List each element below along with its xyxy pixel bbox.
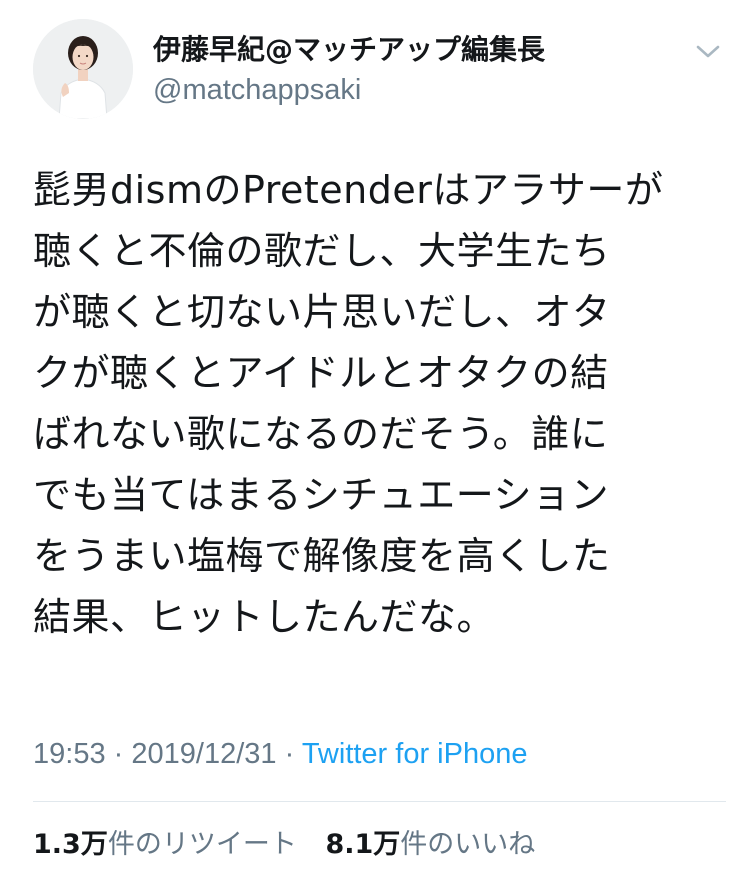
tweet-text-line: 結果、ヒットしたんだな。 bbox=[33, 595, 496, 639]
tweet-source-link[interactable]: Twitter for iPhone bbox=[302, 738, 528, 770]
tweet-stats: 1.3万件のリツイート 8.1万件のいいね bbox=[33, 826, 555, 864]
likes-count: 8.1万 bbox=[325, 829, 401, 860]
retweets-stat[interactable]: 1.3万件のリツイート bbox=[33, 826, 297, 864]
tweet-text-line: をうまい塩梅で解像度を高くした bbox=[33, 534, 611, 578]
profile-photo-avatar bbox=[33, 19, 133, 119]
retweets-count: 1.3万 bbox=[33, 829, 108, 860]
meta-separator: · bbox=[113, 738, 124, 770]
tweet-date[interactable]: 2019/12/31 bbox=[131, 738, 276, 770]
tweet-header: 伊藤早紀@マッチアップ編集長 @matchappsaki bbox=[0, 0, 750, 135]
tweet-text-line: 髭男dismのPretenderはアラサーが bbox=[33, 168, 664, 212]
tweet-text-line: でも当てはまるシチュエーション bbox=[33, 473, 609, 517]
tweet-time[interactable]: 19:53 bbox=[33, 738, 106, 770]
tweet-menu-button[interactable] bbox=[690, 36, 726, 66]
divider bbox=[33, 801, 726, 802]
author-names: 伊藤早紀@マッチアップ編集長 @matchappsaki bbox=[153, 32, 545, 108]
tweet-meta: 19:53 · 2019/12/31 · Twitter for iPhone bbox=[33, 736, 527, 772]
tweet-text: 髭男dismのPretenderはアラサーが 聴くと不倫の歌だし、大学生たち が… bbox=[33, 160, 723, 648]
meta-separator: · bbox=[284, 738, 295, 770]
tweet-text-line: が聴くと切ない片思いだし、オタ bbox=[33, 290, 611, 334]
likes-label: 件のいいね bbox=[400, 829, 536, 860]
tweet-text-line: 聴くと不倫の歌だし、大学生たち bbox=[33, 229, 611, 273]
tweet-text-line: ばれない歌になるのだそう。誰に bbox=[33, 412, 609, 456]
retweets-label: 件のリツイート bbox=[107, 829, 297, 860]
author-display-name[interactable]: 伊藤早紀@マッチアップ編集長 bbox=[153, 32, 545, 68]
likes-stat[interactable]: 8.1万件のいいね bbox=[325, 826, 535, 864]
author-handle[interactable]: @matchappsaki bbox=[153, 72, 545, 108]
avatar[interactable] bbox=[33, 19, 133, 119]
tweet-text-line: クが聴くとアイドルとオタクの結 bbox=[33, 351, 609, 395]
chevron-down-icon bbox=[696, 45, 720, 58]
